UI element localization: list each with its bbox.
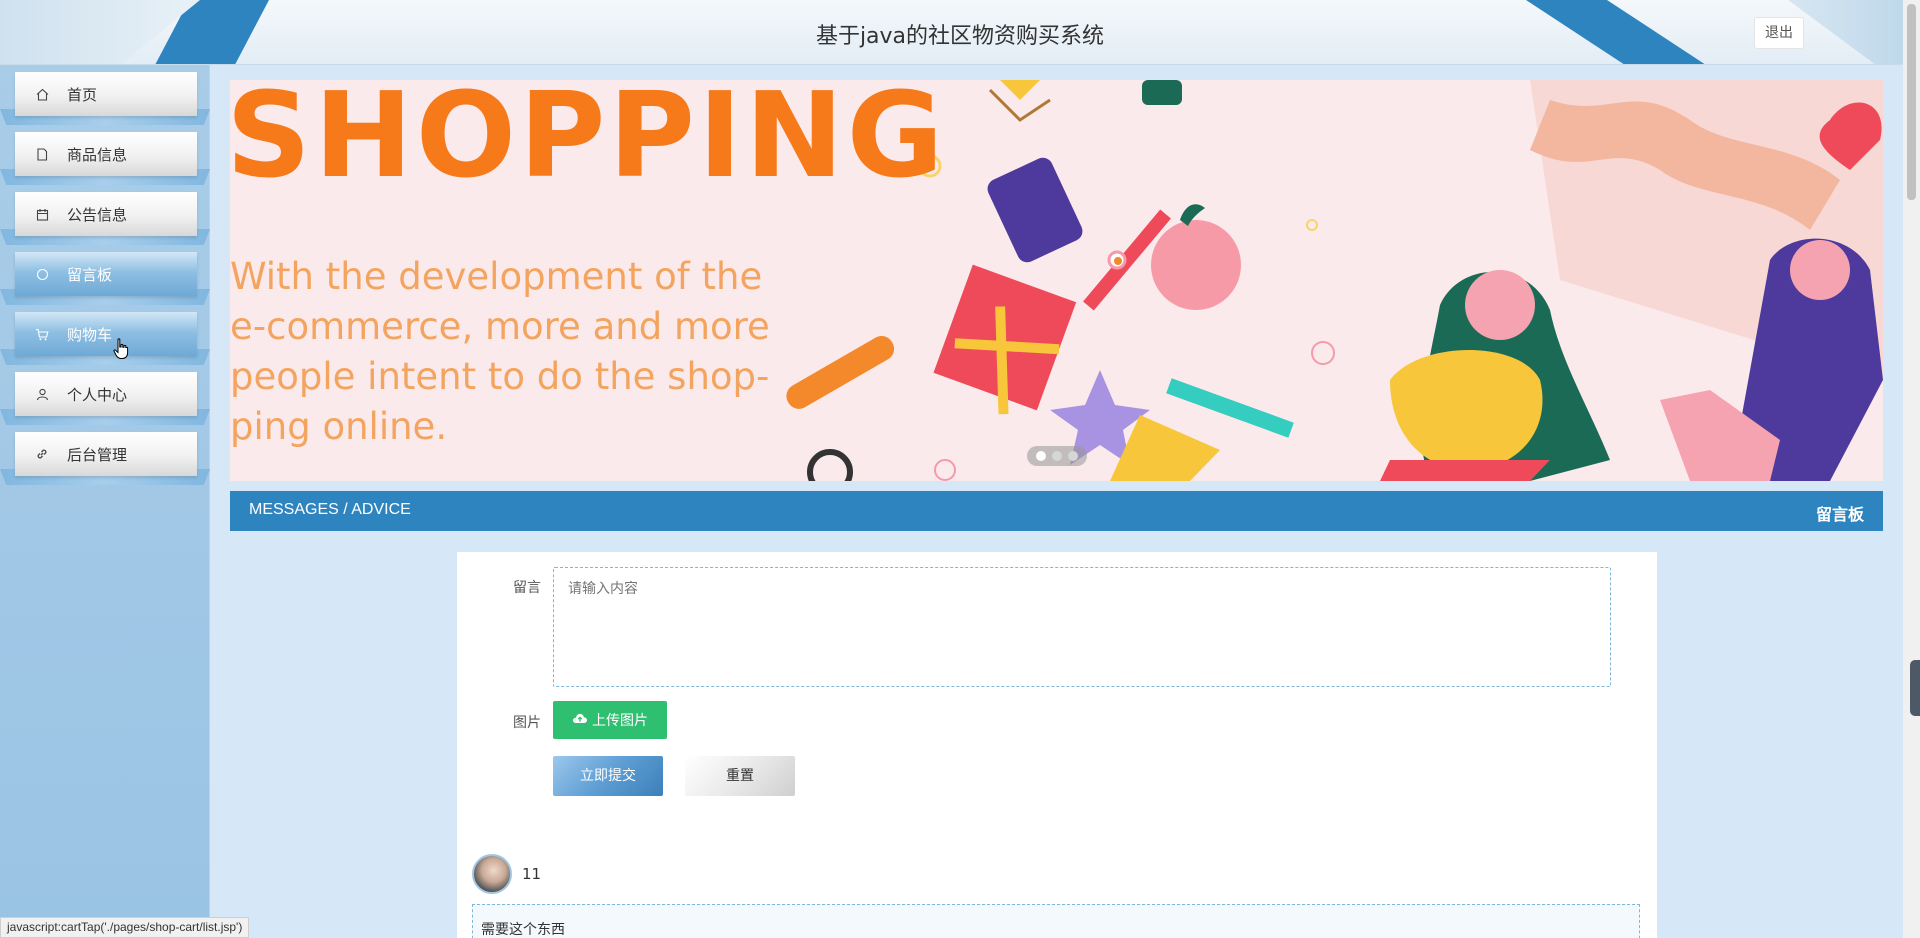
message-label: 留言 [513, 580, 541, 596]
sidebar-item-label: 商品信息 [67, 145, 128, 164]
document-icon [35, 147, 49, 161]
sidebar-item-label: 首页 [67, 85, 98, 104]
comment-username: 11 [522, 865, 542, 883]
message-textarea[interactable] [553, 567, 1611, 687]
section-title-en: MESSAGES / ADVICE [249, 501, 411, 518]
banner-heading: SHOPPING [230, 80, 947, 204]
banner-tagline-line: e-commerce, more and more [230, 305, 770, 348]
banner-tagline-line: With the development of the [230, 255, 763, 298]
sidebar-item-label: 个人中心 [67, 385, 128, 404]
calendar-icon [35, 207, 49, 221]
sidebar-item-admin[interactable]: 后台管理 [15, 432, 197, 476]
hero-carousel[interactable]: SHOPPING With the development of the e-c… [230, 80, 1883, 481]
home-icon [35, 87, 49, 101]
carousel-indicators [1027, 446, 1087, 466]
logout-button[interactable]: 退出 [1754, 17, 1804, 49]
cloud-upload-icon [572, 712, 588, 728]
banner-tagline: With the development of the e-commerce, … [230, 252, 770, 452]
browser-status-bar: javascript:cartTap('./pages/shop-cart/li… [0, 917, 250, 938]
submit-button[interactable]: 立即提交 [553, 756, 663, 796]
page-scrollbar[interactable] [1903, 0, 1920, 938]
comment-avatar [472, 854, 512, 894]
sidebar-item-profile[interactable]: 个人中心 [15, 372, 197, 416]
banner-tagline-line: ping online. [230, 405, 448, 448]
cart-icon [35, 327, 49, 341]
link-icon [35, 447, 49, 461]
comment-content: 需要这个东西 [472, 904, 1640, 938]
page-title: 基于java的社区物资购买系统 [815, 24, 1105, 49]
reset-button[interactable]: 重置 [685, 756, 795, 796]
carousel-dot-3[interactable] [1068, 451, 1078, 461]
hand-cursor-icon [113, 338, 129, 359]
message-form-panel: 留言 图片 上传图片 立即提交 重置 11 需要这个东西 [457, 552, 1657, 938]
sidebar-item-label: 公告信息 [67, 205, 128, 224]
carousel-dot-2[interactable] [1052, 451, 1062, 461]
sidebar-item-label: 购物车 [67, 325, 113, 344]
upload-image-button[interactable]: 上传图片 [553, 701, 667, 739]
header-bar: 基于java的社区物资购买系统 退出 [0, 0, 1920, 65]
sidebar-item-message-board[interactable]: 留言板 [15, 252, 197, 296]
sidebar-item-announcements[interactable]: 公告信息 [15, 192, 197, 236]
section-title-cn: 留言板 [1815, 505, 1864, 524]
banner-tagline-line: people intent to do the shop- [230, 355, 770, 398]
sidebar-item-products[interactable]: 商品信息 [15, 132, 197, 176]
scrollbar-thumb[interactable] [1907, 4, 1916, 200]
floating-side-tab[interactable] [1910, 660, 1920, 716]
sidebar-item-home[interactable]: 首页 [15, 72, 197, 116]
chat-icon [35, 267, 49, 281]
image-label: 图片 [513, 715, 541, 731]
carousel-dot-1[interactable] [1036, 451, 1046, 461]
upload-button-label: 上传图片 [592, 713, 648, 729]
sidebar-item-label: 后台管理 [67, 445, 128, 464]
sidebar-item-label: 留言板 [67, 265, 113, 284]
sidebar-item-cart[interactable]: 购物车 [15, 312, 197, 356]
user-icon [35, 387, 49, 401]
section-header-bar: MESSAGES / ADVICE 留言板 [230, 491, 1883, 531]
